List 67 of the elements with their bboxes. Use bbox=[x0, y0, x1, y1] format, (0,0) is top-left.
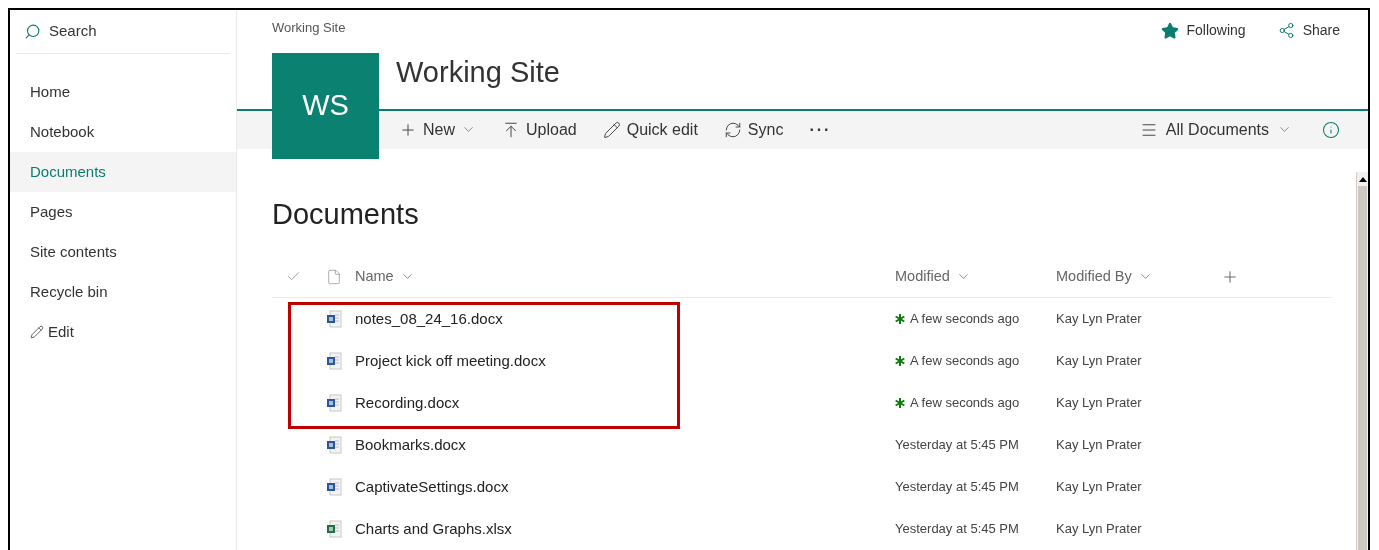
file-row[interactable]: Charts and Graphs.xlsx Yesterday at 5:45 PM Kay Lyn Prater bbox=[272, 508, 1332, 550]
nav-item[interactable]: Recycle bin bbox=[10, 272, 236, 312]
upload-icon bbox=[502, 120, 520, 139]
file-row[interactable]: Recording.docx A few seconds ago Kay Lyn Prater bbox=[272, 382, 1332, 424]
search-field[interactable]: Search bbox=[49, 20, 97, 43]
nav-item[interactable]: Notebook bbox=[10, 112, 236, 152]
scroll-up-icon[interactable] bbox=[1358, 176, 1367, 182]
document-file-icon bbox=[326, 310, 342, 328]
pencil-icon bbox=[602, 120, 621, 139]
new-item-icon bbox=[895, 356, 905, 366]
file-name[interactable]: notes_08_24_16.docx bbox=[355, 307, 895, 331]
modified-by: Kay Lyn Prater bbox=[1056, 478, 1143, 497]
modified-date: A few seconds ago bbox=[910, 394, 1020, 413]
search-icon bbox=[24, 23, 41, 40]
column-header[interactable]: Modified bbox=[895, 265, 971, 288]
following-button[interactable]: Following bbox=[1160, 20, 1246, 41]
quick-edit-button[interactable]: Quick edit bbox=[602, 117, 698, 142]
info-icon[interactable] bbox=[1322, 120, 1340, 139]
new-item-icon bbox=[895, 398, 905, 408]
scrollbar[interactable] bbox=[1356, 172, 1368, 550]
site-logo: WS bbox=[272, 53, 379, 159]
view-selector[interactable]: All Documents bbox=[1139, 117, 1292, 142]
modified-date: A few seconds ago bbox=[910, 310, 1020, 329]
sync-button[interactable]: Sync bbox=[723, 117, 784, 142]
modified-date: Yesterday at 5:45 PM bbox=[895, 520, 1019, 539]
new-button[interactable]: New bbox=[399, 117, 476, 142]
document-file-icon bbox=[326, 352, 342, 370]
share-button[interactable]: Share bbox=[1277, 20, 1340, 41]
modified-by: Kay Lyn Prater bbox=[1056, 436, 1143, 455]
file-row[interactable]: notes_08_24_16.docx A few seconds ago Kay Lyn Prater bbox=[272, 298, 1332, 340]
edit-link[interactable]: Edit bbox=[10, 312, 236, 352]
modified-date: Yesterday at 5:45 PM bbox=[895, 478, 1019, 497]
file-name[interactable]: Recording.docx bbox=[355, 391, 895, 415]
breadcrumb[interactable]: Working Site bbox=[272, 18, 346, 38]
modified-date: Yesterday at 5:45 PM bbox=[895, 436, 1019, 455]
modified-by: Kay Lyn Prater bbox=[1056, 352, 1143, 371]
spreadsheet-file-icon bbox=[326, 520, 342, 538]
site-title: Working Site bbox=[395, 55, 561, 90]
document-file-icon bbox=[326, 478, 342, 496]
column-header[interactable]: Name bbox=[355, 265, 415, 288]
file-row[interactable]: CaptivateSettings.docx Yesterday at 5:45 PM Kay Lyn Prater bbox=[272, 466, 1332, 508]
file-row[interactable]: Bookmarks.docx Yesterday at 5:45 PM Kay Lyn Prater bbox=[272, 424, 1332, 466]
file-name[interactable]: Project kick off meeting.docx bbox=[355, 349, 895, 373]
star-icon bbox=[1160, 21, 1179, 40]
file-name[interactable]: CaptivateSettings.docx bbox=[355, 475, 895, 499]
nav-item[interactable]: Pages bbox=[10, 192, 236, 232]
column-header[interactable]: Modified By bbox=[1056, 265, 1153, 288]
library-title: Documents bbox=[272, 196, 420, 232]
nav-item[interactable]: Site contents bbox=[10, 232, 236, 272]
file-name[interactable]: Bookmarks.docx bbox=[355, 433, 895, 457]
share-icon bbox=[1277, 22, 1295, 39]
file-row[interactable]: Project kick off meeting.docx A few seconds ago Kay Lyn Prater bbox=[272, 340, 1332, 382]
document-file-icon bbox=[326, 436, 342, 454]
new-item-icon bbox=[895, 314, 905, 324]
more-button[interactable]: ··· bbox=[809, 117, 832, 142]
modified-date: A few seconds ago bbox=[910, 352, 1020, 371]
modified-by: Kay Lyn Prater bbox=[1056, 310, 1143, 329]
modified-by: Kay Lyn Prater bbox=[1056, 394, 1143, 413]
file-name[interactable]: Charts and Graphs.xlsx bbox=[355, 517, 895, 541]
pencil-icon bbox=[30, 325, 44, 339]
file-type-icon bbox=[326, 267, 342, 286]
modified-by: Kay Lyn Prater bbox=[1056, 520, 1143, 539]
nav-item[interactable]: Documents bbox=[10, 152, 236, 192]
upload-button[interactable]: Upload bbox=[502, 117, 577, 142]
document-file-icon bbox=[326, 394, 342, 412]
sync-icon bbox=[723, 120, 742, 139]
nav-item[interactable]: Home bbox=[10, 72, 236, 112]
